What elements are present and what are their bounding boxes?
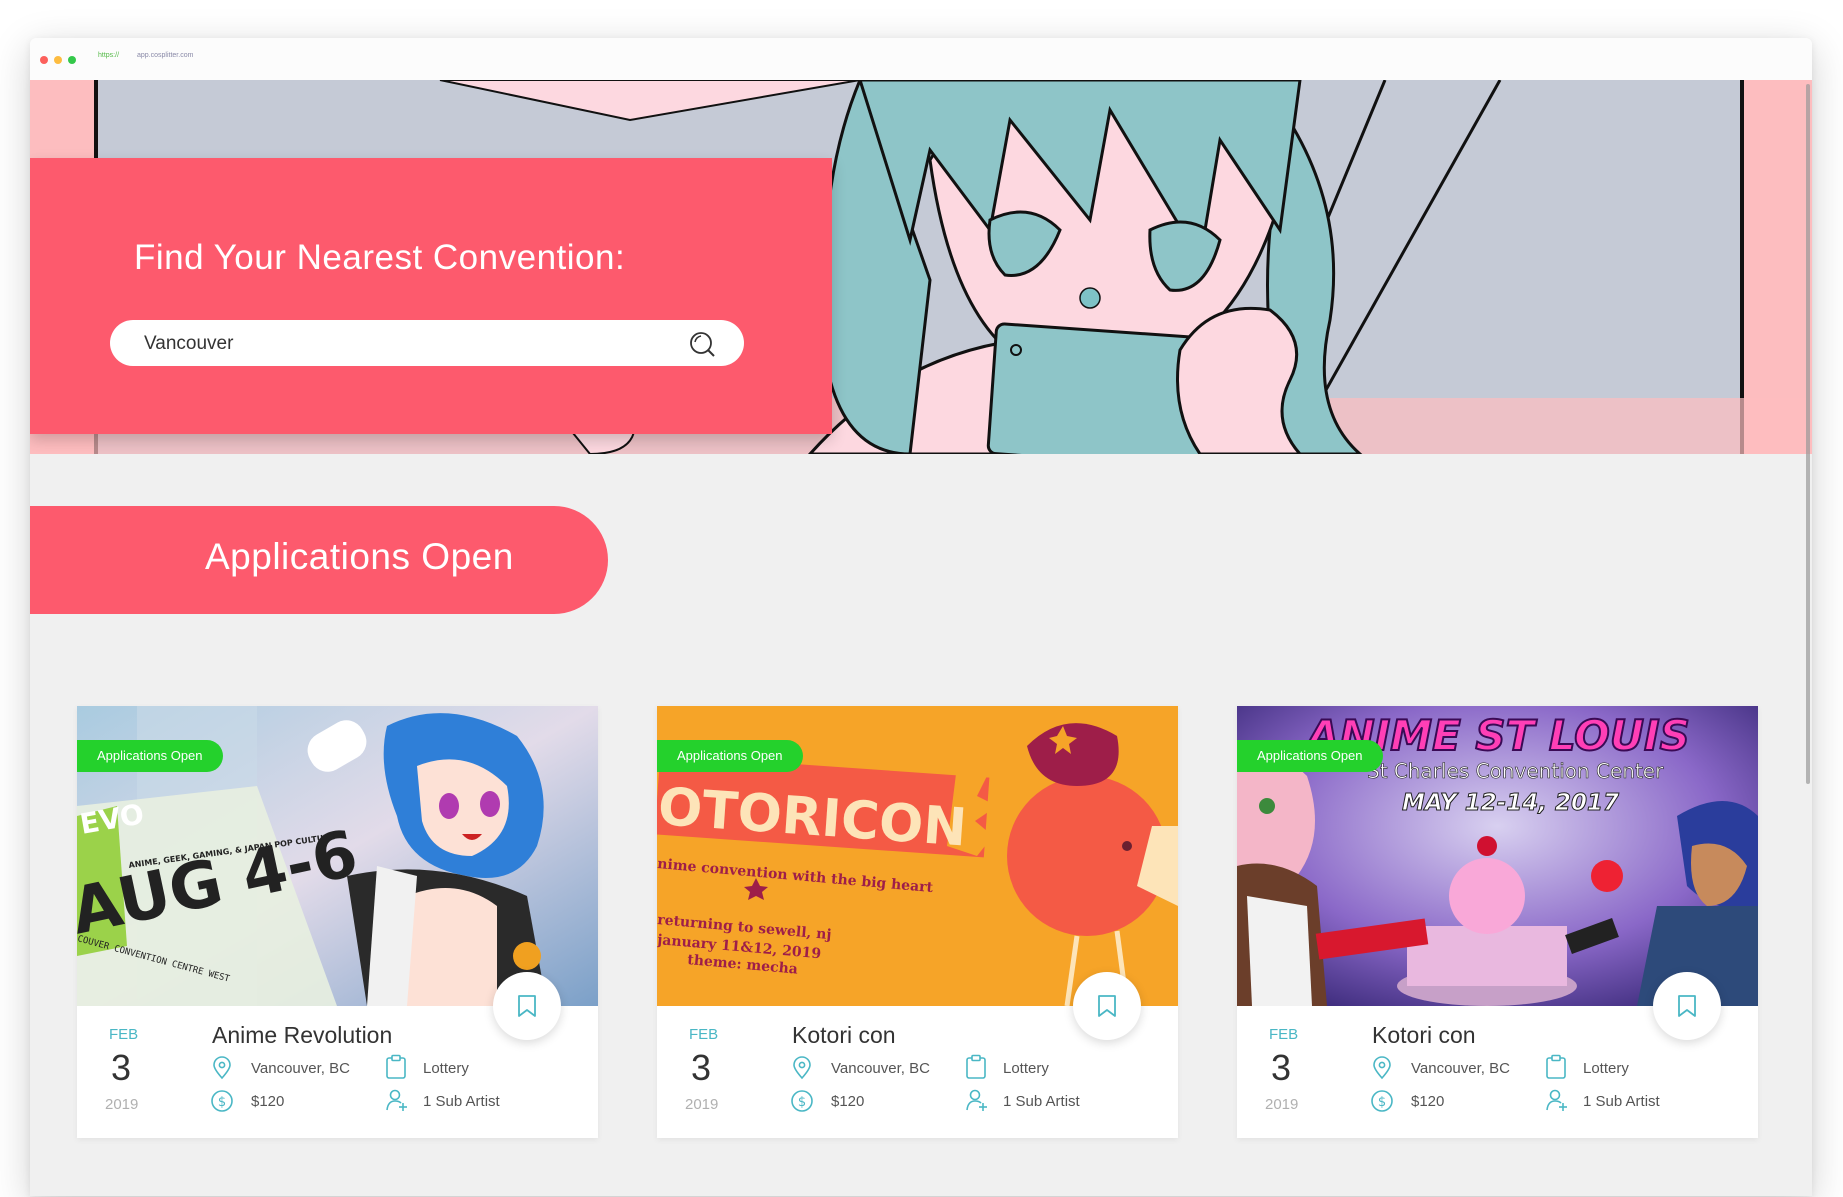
- bookmark-icon: [1678, 995, 1696, 1017]
- user-add-icon: [966, 1089, 987, 1111]
- location-text: Vancouver, BC: [251, 1060, 350, 1077]
- selection-type-text: Lottery: [1003, 1060, 1049, 1077]
- search-title: Find Your Nearest Convention:: [134, 238, 626, 277]
- event-day: 3: [111, 1047, 132, 1088]
- search-field[interactable]: [110, 320, 744, 366]
- event-month: FEB: [689, 1026, 719, 1043]
- selection-type-text: Lottery: [423, 1060, 469, 1077]
- card-image[interactable]: OTORICON nime convention with the big he…: [657, 706, 1178, 1006]
- bookmark-icon: [518, 995, 536, 1017]
- url-host[interactable]: app.cosplitter.com: [137, 52, 193, 59]
- svg-text:$: $: [798, 1095, 806, 1110]
- browser-window: https:// app.cosplitter.com Find Your Ne…: [30, 38, 1812, 1196]
- location-pin-icon: [213, 1056, 231, 1080]
- minimize-window-button[interactable]: [54, 56, 62, 64]
- clipboard-icon: [386, 1054, 406, 1079]
- browser-toolbar: https:// app.cosplitter.com: [30, 38, 1812, 81]
- status-badge: Applications Open: [77, 740, 223, 772]
- user-add-icon: [1546, 1089, 1567, 1111]
- poster-text-venue: St Charles Convention Center: [1367, 759, 1664, 783]
- clipboard-icon: [966, 1054, 986, 1079]
- status-badge: Applications Open: [1237, 740, 1383, 772]
- location-pin-icon: [1373, 1056, 1391, 1080]
- convention-card[interactable]: EVO AUG 4-6 ANIME, GEEK, GAMING, & JAPAN…: [77, 706, 598, 1138]
- artists-text: 1 Sub Artist: [1583, 1093, 1660, 1110]
- convention-card[interactable]: ANIME ST LOUIS St Charles Convention Cen…: [1237, 706, 1758, 1138]
- maximize-window-button[interactable]: [68, 56, 76, 64]
- user-add-icon: [386, 1089, 407, 1111]
- price-text: $120: [1411, 1093, 1445, 1110]
- svg-text:$: $: [218, 1095, 226, 1110]
- dollar-icon: $: [211, 1090, 233, 1112]
- search-icon[interactable]: [688, 330, 716, 358]
- convention-name[interactable]: Anime Revolution: [212, 1022, 392, 1049]
- selection-type-text: Lottery: [1583, 1060, 1629, 1077]
- url-protocol[interactable]: https://: [98, 52, 119, 59]
- bookmark-button[interactable]: [1073, 972, 1141, 1040]
- event-day: 3: [691, 1047, 712, 1088]
- bookmark-icon: [1098, 995, 1116, 1017]
- price-text: $120: [251, 1093, 285, 1110]
- section-title: Applications Open: [205, 536, 514, 577]
- search-input[interactable]: [142, 332, 666, 356]
- hero-banner: Find Your Nearest Convention:: [30, 80, 1812, 454]
- status-badge: Applications Open: [657, 740, 803, 772]
- location-pin-icon: [793, 1056, 811, 1080]
- artists-text: 1 Sub Artist: [423, 1093, 500, 1110]
- svg-text:$: $: [1378, 1095, 1386, 1110]
- bookmark-button[interactable]: [493, 972, 561, 1040]
- event-month: FEB: [1269, 1026, 1299, 1043]
- close-window-button[interactable]: [40, 56, 48, 64]
- convention-name[interactable]: Kotori con: [1372, 1022, 1476, 1049]
- search-panel: Find Your Nearest Convention:: [30, 158, 832, 434]
- scrollbar[interactable]: [1806, 84, 1810, 784]
- section-header: Applications Open: [30, 506, 608, 614]
- event-year: 2019: [1265, 1096, 1299, 1113]
- artists-text: 1 Sub Artist: [1003, 1093, 1080, 1110]
- price-text: $120: [831, 1093, 865, 1110]
- location-text: Vancouver, BC: [831, 1060, 930, 1077]
- convention-name[interactable]: Kotori con: [792, 1022, 896, 1049]
- dollar-icon: $: [1371, 1090, 1393, 1112]
- convention-card[interactable]: OTORICON nime convention with the big he…: [657, 706, 1178, 1138]
- location-text: Vancouver, BC: [1411, 1060, 1510, 1077]
- event-day: 3: [1271, 1047, 1292, 1088]
- event-year: 2019: [685, 1096, 719, 1113]
- poster-text-date: MAY 12-14, 2017: [1402, 790, 1619, 816]
- card-image[interactable]: ANIME ST LOUIS St Charles Convention Cen…: [1237, 706, 1758, 1006]
- bookmark-button[interactable]: [1653, 972, 1721, 1040]
- dollar-icon: $: [791, 1090, 813, 1112]
- event-year: 2019: [105, 1096, 139, 1113]
- card-image[interactable]: EVO AUG 4-6 ANIME, GEEK, GAMING, & JAPAN…: [77, 706, 598, 1006]
- event-month: FEB: [109, 1026, 139, 1043]
- clipboard-icon: [1546, 1054, 1566, 1079]
